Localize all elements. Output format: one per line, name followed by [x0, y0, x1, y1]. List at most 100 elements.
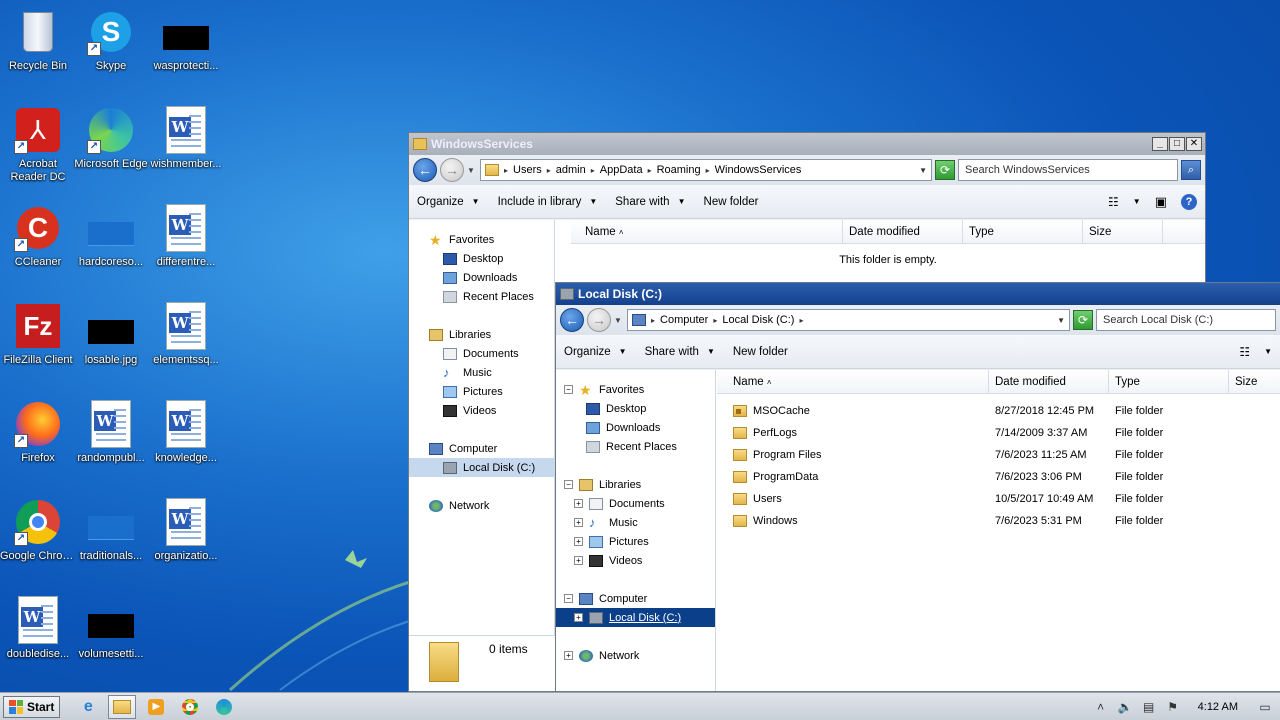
desktop-icon-acrobat-reader-dc[interactable]: ⅄ ↗ Acrobat Reader DC: [0, 106, 76, 184]
nav-network[interactable]: Network: [409, 496, 554, 515]
search-icon[interactable]: ⌕: [1181, 160, 1201, 180]
desktop-icon-wishmember[interactable]: Wwishmember...: [148, 106, 224, 171]
table-row[interactable]: Windows 7/6/2023 5:31 PM File folder: [717, 510, 1280, 532]
collapse-icon[interactable]: −: [564, 385, 573, 394]
nav-recent-places[interactable]: Recent Places: [556, 437, 715, 456]
new-folder-button[interactable]: New folder: [733, 346, 788, 358]
address-dropdown-icon[interactable]: ▼: [919, 166, 927, 175]
breadcrumb-local-disk[interactable]: Local Disk (C:): [722, 314, 794, 326]
minimize-button[interactable]: _: [1152, 137, 1168, 151]
file-explorer-icon[interactable]: [108, 694, 137, 719]
nav-music[interactable]: + ♪ Music: [556, 513, 715, 532]
desktop-icon-volumesetti[interactable]: volumesetti...: [73, 596, 149, 661]
new-folder-button[interactable]: New folder: [704, 196, 759, 208]
view-dropdown-icon[interactable]: ▼: [1264, 347, 1272, 356]
clock[interactable]: 4:12 AM: [1198, 701, 1238, 713]
column-name[interactable]: Name ˄: [571, 220, 843, 243]
taskbar[interactable]: Start e ▶ ˄ 🔈 ▤ ⚑ 4:12 AM ▭: [0, 692, 1280, 720]
share-with-menu[interactable]: Share with ▼: [645, 346, 715, 358]
volume-icon[interactable]: 🔈: [1118, 700, 1133, 714]
column-name[interactable]: Name ˄: [717, 370, 989, 393]
back-button[interactable]: ←: [560, 308, 584, 332]
desktop-icon-filezilla-client[interactable]: Fz FileZilla Client: [0, 302, 76, 367]
search-input[interactable]: Search Local Disk (C:): [1096, 309, 1276, 331]
action-center-icon[interactable]: ⚑: [1166, 700, 1180, 714]
breadcrumb-admin[interactable]: admin: [556, 164, 586, 176]
recent-pages-dropdown[interactable]: ▼: [467, 166, 477, 175]
nav-pictures[interactable]: + Pictures: [556, 532, 715, 551]
nav-network[interactable]: + Network: [556, 646, 715, 665]
desktop-icon-organizatio[interactable]: Worganizatio...: [148, 498, 224, 563]
chrome-icon[interactable]: [176, 695, 204, 719]
show-hidden-icons[interactable]: ˄: [1094, 700, 1108, 714]
expand-icon[interactable]: +: [574, 518, 583, 527]
expand-icon[interactable]: +: [574, 556, 583, 565]
navigation-pane[interactable]: − ★ Favorites Desktop Downloads Recent Pla…: [556, 370, 716, 691]
breadcrumb-roaming[interactable]: Roaming: [657, 164, 701, 176]
expand-icon[interactable]: +: [574, 613, 583, 622]
column-size[interactable]: Size: [1229, 370, 1280, 393]
desktop-icon-google-chrome[interactable]: ↗ Google Chrome: [0, 498, 76, 563]
nav-music[interactable]: ♪ Music: [409, 363, 554, 382]
media-player-icon[interactable]: ▶: [142, 695, 170, 719]
breadcrumb-computer[interactable]: Computer: [660, 314, 708, 326]
search-input[interactable]: Search WindowsServices: [958, 159, 1178, 181]
column-size[interactable]: Size: [1083, 220, 1163, 243]
breadcrumb-windowsservices[interactable]: WindowsServices: [715, 164, 802, 176]
nav-libraries[interactable]: − Libraries: [556, 475, 715, 494]
column-type[interactable]: Type: [963, 220, 1083, 243]
view-dropdown-icon[interactable]: ▼: [1133, 197, 1141, 206]
desktop-icon-firefox[interactable]: ↗ Firefox: [0, 400, 76, 465]
notification-icon[interactable]: ▭: [1258, 700, 1272, 714]
include-in-library-menu[interactable]: Include in library ▼: [498, 196, 598, 208]
nav-favorites[interactable]: ★ Favorites: [409, 230, 554, 249]
recent-pages-dropdown[interactable]: ▼: [614, 316, 624, 325]
expand-icon[interactable]: +: [564, 651, 573, 660]
refresh-button[interactable]: ⟳: [1073, 310, 1093, 330]
desktop-icon-losable-jpg[interactable]: losable.jpg: [73, 302, 149, 367]
collapse-icon[interactable]: −: [564, 594, 573, 603]
nav-recent-places[interactable]: Recent Places: [409, 287, 554, 306]
nav-desktop[interactable]: Desktop: [556, 399, 715, 418]
nav-videos[interactable]: + Videos: [556, 551, 715, 570]
nav-local-disk[interactable]: Local Disk (C:): [409, 458, 554, 477]
expand-icon[interactable]: +: [574, 499, 583, 508]
desktop-icon-ccleaner[interactable]: C ↗ CCleaner: [0, 204, 76, 269]
internet-explorer-icon[interactable]: e: [74, 695, 102, 719]
desktop-icon-doubledise[interactable]: Wdoubledise...: [0, 596, 76, 661]
address-bar[interactable]: ▸ Computer ▸ Local Disk (C:) ▸ ▼: [627, 309, 1070, 331]
nav-libraries[interactable]: Libraries: [409, 325, 554, 344]
nav-computer[interactable]: Computer: [409, 439, 554, 458]
maximize-button[interactable]: □: [1169, 137, 1185, 151]
table-row[interactable]: ProgramData 7/6/2023 3:06 PM File folder: [717, 466, 1280, 488]
column-date-modified[interactable]: Date modified: [843, 220, 963, 243]
nav-videos[interactable]: Videos: [409, 401, 554, 420]
desktop-icon-randompubl[interactable]: Wrandompubl...: [73, 400, 149, 465]
expand-icon[interactable]: +: [574, 537, 583, 546]
navigation-pane[interactable]: ★ Favorites Desktop Downloads Recent Plac…: [409, 220, 555, 691]
title-bar[interactable]: Local Disk (C:): [556, 283, 1280, 305]
address-bar[interactable]: ▸ Users ▸ admin ▸ AppData ▸ Roaming ▸ Wi…: [480, 159, 932, 181]
edge-icon[interactable]: [210, 695, 238, 719]
desktop-icon-differentre[interactable]: Wdifferentre...: [148, 204, 224, 269]
desktop-icon-recycle-bin[interactable]: Recycle Bin: [0, 8, 76, 73]
nav-downloads[interactable]: Downloads: [409, 268, 554, 287]
preview-pane-icon[interactable]: ▣: [1155, 194, 1167, 210]
breadcrumb-appdata[interactable]: AppData: [600, 164, 643, 176]
nav-favorites[interactable]: − ★ Favorites: [556, 380, 715, 399]
table-row[interactable]: Program Files 7/6/2023 11:25 AM File folde…: [717, 444, 1280, 466]
column-date-modified[interactable]: Date modified: [989, 370, 1109, 393]
nav-documents[interactable]: Documents: [409, 344, 554, 363]
table-row[interactable]: Users 10/5/2017 10:49 AM File folder: [717, 488, 1280, 510]
nav-pictures[interactable]: Pictures: [409, 382, 554, 401]
desktop-icon-knowledge[interactable]: Wknowledge...: [148, 400, 224, 465]
nav-computer[interactable]: − Computer: [556, 589, 715, 608]
column-type[interactable]: Type: [1109, 370, 1229, 393]
desktop-icon-elementssq[interactable]: Welementssq...: [148, 302, 224, 367]
nav-documents[interactable]: + Documents: [556, 494, 715, 513]
view-options-icon[interactable]: ☷: [1108, 195, 1119, 209]
desktop-icon-skype[interactable]: S ↗ Skype: [73, 8, 149, 73]
collapse-icon[interactable]: −: [564, 480, 573, 489]
title-bar[interactable]: WindowsServices _ □ ✕: [409, 133, 1205, 155]
desktop-icon-hardcoreso[interactable]: hardcoreso...: [73, 204, 149, 269]
